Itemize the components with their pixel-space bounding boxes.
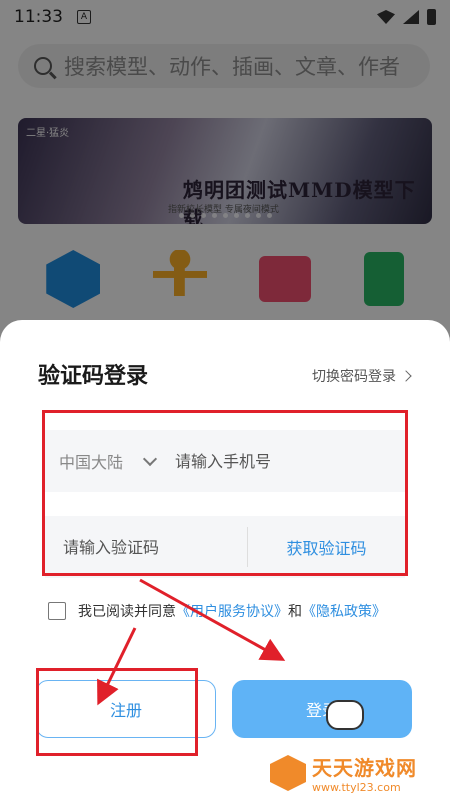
agreement-row: 我已阅读并同意 《用户服务协议》 和 《隐私政策》 [48,601,386,621]
site-watermark: 天天游戏网 www.ttyl23.com [270,752,417,794]
watermark-title: 天天游戏网 [312,756,417,780]
agreement-and: 和 [288,604,302,620]
region-selector[interactable]: 中国大陆 [59,449,123,473]
privacy-link[interactable]: 《隐私政策》 [302,601,386,621]
register-button[interactable]: 注册 [36,680,216,738]
chevron-down-icon[interactable] [142,451,158,467]
login-title: 验证码登录 [38,364,149,389]
phone-row: 中国大陆 [45,430,405,492]
agreement-checkbox[interactable] [48,602,66,620]
login-button[interactable]: 登录 [232,680,412,738]
watermark-url: www.ttyl23.com [312,781,401,794]
switch-password-login-label: 切换密码登录 [312,369,396,385]
code-row: 获取验证码 [45,516,405,578]
agreement-prefix: 我已阅读并同意 [78,604,176,620]
switch-password-login-link[interactable]: 切换密码登录 [312,366,412,386]
terms-link[interactable]: 《用户服务协议》 [176,601,288,621]
phone-input[interactable] [175,451,356,471]
mascot-icon [326,700,364,730]
login-bottom-sheet: 验证码登录 切换密码登录 中国大陆 获取验证码 我已阅读并同意 《用户服务协议》… [0,320,450,800]
get-code-button[interactable]: 获取验证码 [248,535,405,559]
watermark-logo-icon [270,755,306,791]
chevron-right-icon [400,370,412,382]
verification-code-input[interactable] [45,516,247,578]
